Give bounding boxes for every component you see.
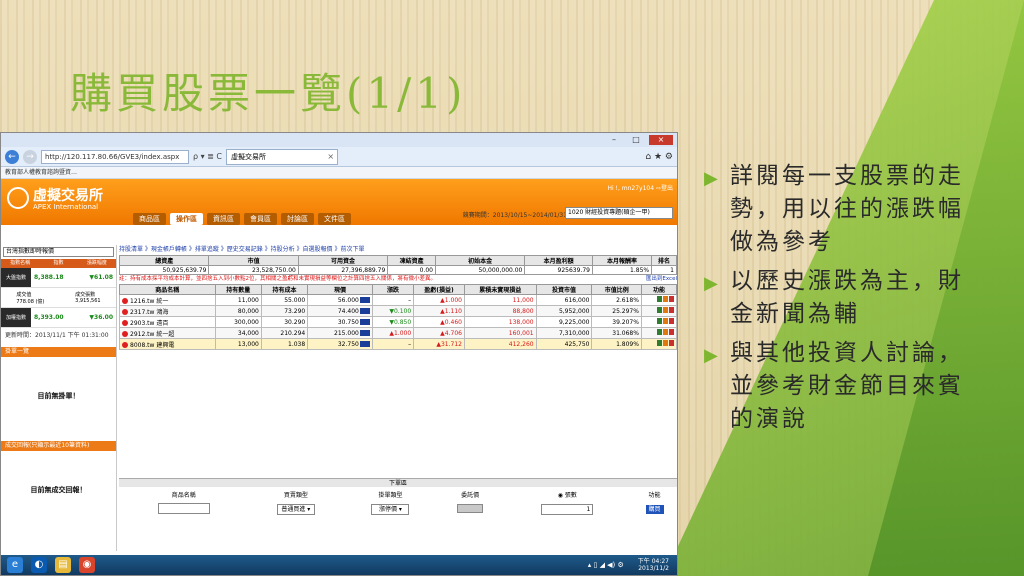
- flag-icon: [359, 307, 370, 314]
- row-actions[interactable]: [640, 305, 677, 317]
- favorites-bar[interactable]: 教育部人權教育諮詢暨資…: [1, 167, 677, 179]
- sidebar: 台灣指數即時報價 指數名稱 指數 漲跌幅度 大盤指數 8,388.18 ▼61.…: [1, 245, 117, 551]
- order-title: 下單區: [119, 478, 677, 487]
- order-input-row: 普通買進 ▾ 漲停價 ▾ 1 購買: [119, 501, 677, 517]
- back-icon[interactable]: ←: [5, 149, 19, 164]
- cost-note: 註：持有成本採平均成本計算，並四捨五入到小數點2位，其相關之盈虧和未實現損益等欄…: [119, 276, 437, 282]
- order-table: 商品名稱 買賣類型 掛單類型 委託價 ◉ 張數 功能 普通買進 ▾ 漲停價 ▾ …: [119, 487, 677, 517]
- summary-value-row: 50,925,639.79 23,528,750.00 27,396,889.7…: [118, 265, 677, 275]
- sub-links[interactable]: 持股清單 》現金帳戶轉帳 》排單追蹤 》歷史交易記錄 》持股分析 》自選股報價 …: [119, 245, 677, 255]
- pending-orders-title: 掛單一覽: [1, 347, 116, 357]
- arrow-icon: ▶: [704, 168, 721, 189]
- site-header: 虛擬交易所 APEX International Hi !, mn27y104 …: [1, 179, 677, 225]
- menu-forum[interactable]: 討論區: [281, 213, 314, 225]
- close-tab-icon[interactable]: ×: [327, 150, 334, 164]
- remove-icon[interactable]: [122, 330, 128, 337]
- address-bar-row: ← → http://120.117.80.66/GVE3/index.aspx…: [1, 147, 677, 167]
- row-actions[interactable]: [640, 316, 677, 328]
- row-actions[interactable]: [640, 338, 677, 350]
- table-row[interactable]: 1216.tw 統一 11,000 55.000 56.000 – ▲1.000…: [119, 294, 677, 306]
- price-input[interactable]: [457, 503, 484, 513]
- order-kind-select[interactable]: 漲停價 ▾: [371, 503, 410, 515]
- folder-icon[interactable]: ▤: [55, 557, 71, 573]
- forward-icon[interactable]: →: [23, 149, 37, 164]
- menu-operations[interactable]: 操作區: [170, 213, 203, 225]
- remove-icon[interactable]: [122, 341, 128, 348]
- arrow-icon: ▶: [704, 345, 721, 366]
- bullet-item: ▶ 以歷史漲跌為主，財金新聞為輔: [704, 268, 964, 327]
- remove-icon[interactable]: [122, 308, 128, 315]
- flag-icon: [359, 329, 370, 336]
- index-volume-row: 成交值 778.08 (億) 成交張數 3,915,561: [1, 288, 116, 308]
- logo-sub: APEX International: [33, 203, 99, 211]
- competition-select[interactable]: 1020 財經投資專題(碩企一甲): [565, 207, 673, 219]
- close-button[interactable]: ×: [649, 135, 673, 145]
- trade-type-select[interactable]: 普通買進 ▾: [276, 503, 315, 515]
- remove-icon[interactable]: [122, 319, 128, 326]
- note-row: 註：持有成本採平均成本計算，並四捨五入到小數點2位，其相關之盈虧和未實現損益等欄…: [119, 275, 677, 284]
- table-row[interactable]: 2912.tw 統一超 34,000 210.294 215.000 ▲1.00…: [119, 327, 677, 339]
- row-actions[interactable]: [640, 294, 677, 306]
- table-row[interactable]: 2903.tw 遠百 300,000 30.290 30.750 ▼0.850 …: [119, 316, 677, 328]
- competition-dates: 競賽期間：2013/10/15~2014/01/31: [462, 212, 567, 219]
- window-titlebar: – □ ×: [1, 133, 677, 147]
- table-row[interactable]: 8008.tw 建興電 13,000 1.038 32.750 – ▲31.71…: [119, 338, 677, 350]
- product-input[interactable]: [157, 502, 210, 514]
- browser-screenshot: – □ × ← → http://120.117.80.66/GVE3/inde…: [0, 132, 678, 576]
- holdings-header-row: 商品名稱 持有數量 持有成本 現價 漲跌 盈虧(損益) 累積未實現損益 投資市值…: [119, 284, 677, 295]
- update-time: 更新時間：2013/11/1 下午 01:31:00: [5, 332, 109, 339]
- tray-icons[interactable]: ▴ ▯ ◢ ◀) ⚙: [588, 561, 624, 569]
- url-tools[interactable]: ρ ▾ ≣ C: [193, 152, 222, 161]
- pending-orders-empty: 目前無掛單！: [37, 392, 80, 400]
- order-header-row: 商品名稱 買賣類型 掛單類型 委託價 ◉ 張數 功能: [171, 491, 661, 499]
- flag-icon: [359, 296, 370, 303]
- index-row: 加權指數 8,393.00 ▼36.00: [1, 308, 116, 328]
- menu-info[interactable]: 資訊區: [207, 213, 240, 225]
- ie-icon[interactable]: e: [7, 557, 23, 573]
- remove-icon[interactable]: [122, 297, 128, 304]
- app-icon[interactable]: ◐: [31, 557, 47, 573]
- index-select[interactable]: 台灣指數即時報價: [3, 247, 114, 257]
- export-link[interactable]: 匯出到Excel: [646, 275, 677, 284]
- flag-icon: [359, 340, 370, 347]
- menu-products[interactable]: 商品區: [133, 213, 166, 225]
- trade-report-title: 成交回報(只顯示最近10筆資料): [1, 441, 116, 451]
- home-star-gear-icons[interactable]: ⌂ ★ ⚙: [645, 152, 673, 162]
- arrow-icon: ▶: [704, 273, 721, 294]
- trade-report-empty: 目前無成交回報！: [30, 486, 87, 494]
- logo-icon: [7, 187, 29, 209]
- slide-title: 購買股票一覽(1/1): [70, 69, 467, 118]
- bullet-list: ▶ 詳閱每一支股票的走勢，用以往的漲跌幅做為參考 ▶ 以歷史漲跌為主，財金新聞為輔 …: [704, 160, 974, 442]
- browser-tab[interactable]: 虛擬交易所 ×: [226, 148, 339, 165]
- chrome-icon[interactable]: ◉: [79, 557, 95, 573]
- holdings-table: 商品名稱 持有數量 持有成本 現價 漲跌 盈虧(損益) 累積未實現損益 投資市值…: [119, 284, 677, 350]
- clock[interactable]: 下午 04:27 2013/11/2: [638, 558, 677, 572]
- summary-table: 總資產 市值 可用資金 凍結資產 初始本金 本月盈利額 本月報酬率 排名 50,…: [118, 255, 677, 275]
- url-input[interactable]: http://120.117.80.66/GVE3/index.aspx: [41, 149, 189, 164]
- logo-name: 虛擬交易所: [33, 188, 103, 204]
- index-row: 大盤指數 8,388.18 ▼61.08: [1, 268, 116, 288]
- menu-docs[interactable]: 文件區: [318, 213, 351, 225]
- bullet-item: ▶ 與其他投資人討論，並參考財金節目來賓的演說: [704, 340, 964, 432]
- index-header: 指數名稱 指數 漲跌幅度: [1, 259, 116, 268]
- main-content: 持股清單 》現金帳戶轉帳 》排單追蹤 》歷史交易記錄 》持股分析 》自選股報價 …: [118, 245, 677, 517]
- table-row[interactable]: 2317.tw 鴻海 80,000 73.290 74.400 ▼0.100 ▲…: [119, 305, 677, 317]
- maximize-button[interactable]: □: [627, 135, 645, 145]
- main-menu: 商品區 操作區 資訊區 會員區 討論區 文件區: [133, 213, 351, 225]
- quantity-input[interactable]: 1: [541, 503, 594, 515]
- taskbar: e ◐ ▤ ◉ ▴ ▯ ◢ ◀) ⚙ 下午 04:27 2013/11/2: [1, 555, 677, 575]
- buy-button[interactable]: 購買: [645, 504, 664, 514]
- user-info[interactable]: Hi !, mn27y104 ⇨登出: [607, 183, 673, 192]
- bullet-item: ▶ 詳閱每一支股票的走勢，用以往的漲跌幅做為參考: [704, 163, 964, 255]
- summary-header-row: 總資產 市值 可用資金 凍結資產 初始本金 本月盈利額 本月報酬率 排名: [118, 255, 677, 266]
- minimize-button[interactable]: –: [605, 135, 623, 145]
- menu-members[interactable]: 會員區: [244, 213, 277, 225]
- row-actions[interactable]: [640, 327, 677, 339]
- flag-icon: [359, 318, 370, 325]
